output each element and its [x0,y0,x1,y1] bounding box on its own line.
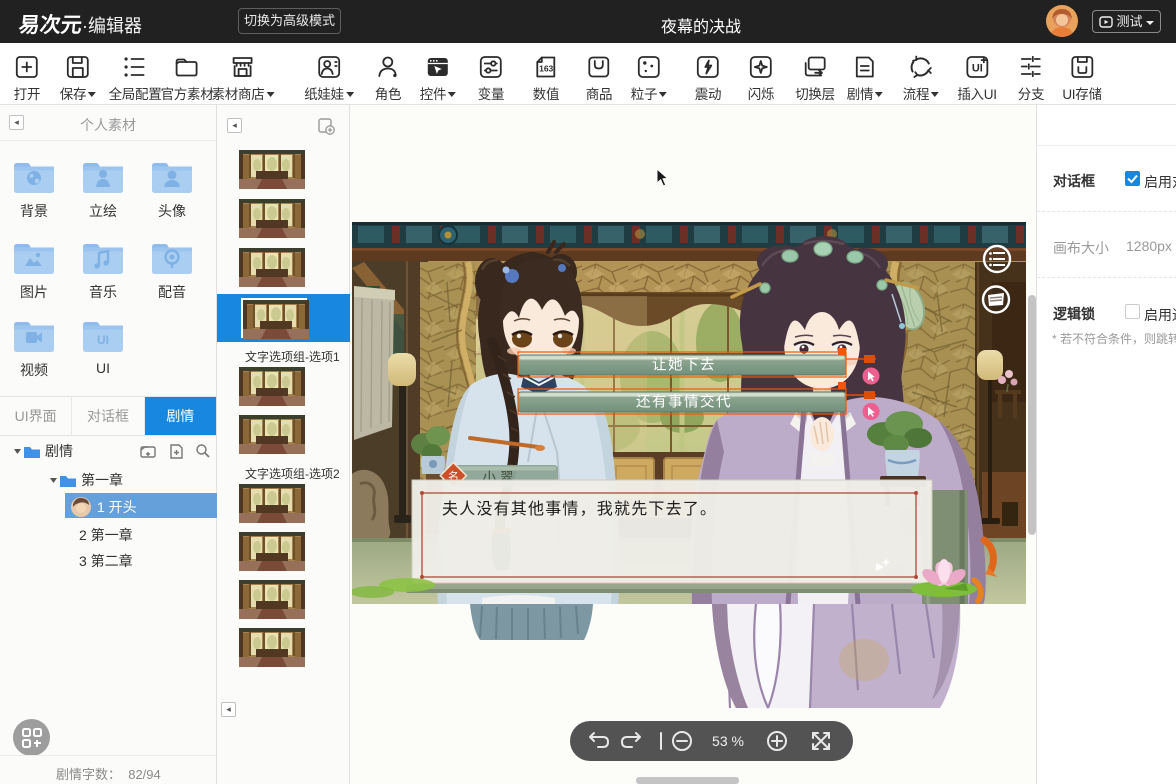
svg-text:UI: UI [972,63,983,75]
svg-text:1 开头: 1 开头 [97,499,137,515]
svg-text:让她下去: 让她下去 [652,357,716,374]
svg-text:53 %: 53 % [712,733,744,749]
svg-text:UI: UI [97,333,109,347]
svg-text:第一章: 第一章 [81,472,123,488]
svg-text:夫人没有其他事情，我就先下去了。: 夫人没有其他事情，我就先下去了。 [442,500,717,518]
svg-text:剧情: 剧情 [45,443,73,459]
svg-text:还有事情交代: 还有事情交代 [636,393,732,411]
svg-text:163: 163 [539,64,553,74]
